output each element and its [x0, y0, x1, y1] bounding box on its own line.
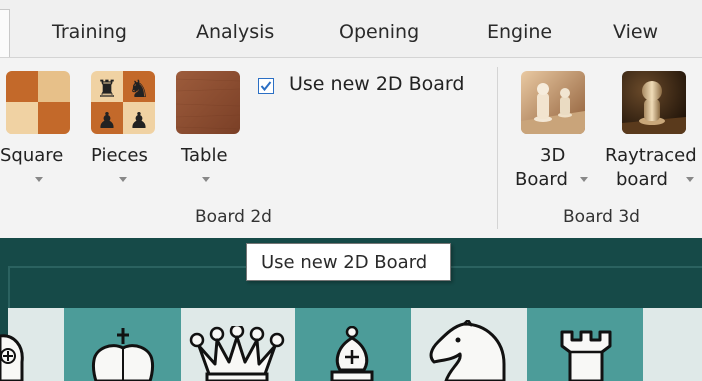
tab-opening[interactable]: Opening: [339, 21, 419, 43]
svg-text:♞: ♞: [128, 75, 150, 103]
tab-analysis[interactable]: Analysis: [196, 21, 274, 43]
table-thumbnail: [176, 71, 240, 134]
ribbon-tab-bar: Training Analysis Opening Engine View: [0, 0, 702, 59]
checkmark-icon: [260, 81, 272, 92]
pieces-icon: ♜ ♞ ♟ ♟: [91, 71, 155, 134]
3d-board-label-line1: 3D: [540, 145, 566, 166]
white-king-icon[interactable]: [76, 326, 170, 381]
tooltip: Use new 2D Board: [246, 243, 451, 281]
table-dropdown-caret: [202, 177, 210, 182]
raytraced-board-icon: [622, 71, 686, 134]
raytraced-dropdown-caret: [686, 177, 694, 182]
board-square[interactable]: [643, 308, 702, 381]
pieces-dropdown-caret: [119, 177, 127, 182]
3d-board-thumbnail: [521, 71, 585, 134]
white-king-partial-icon[interactable]: [0, 318, 30, 381]
svg-text:♜: ♜: [96, 75, 118, 103]
3d-board-label-line2: Board: [515, 169, 568, 190]
active-tab-edge[interactable]: [0, 9, 10, 59]
pieces-thumbnail: ♜ ♞ ♟ ♟: [91, 71, 155, 134]
tooltip-text: Use new 2D Board: [261, 252, 428, 273]
tab-view[interactable]: View: [613, 21, 658, 43]
pieces-label: Pieces: [91, 145, 148, 166]
board-3d-group-label: Board 3d: [563, 207, 640, 227]
raytraced-thumbnail: [622, 71, 686, 134]
square-dropdown-caret: [35, 177, 43, 182]
svg-text:♟: ♟: [97, 109, 117, 134]
3d-board-icon: [521, 71, 585, 134]
board-2d-group-label: Board 2d: [195, 207, 272, 227]
square-label: Square: [0, 145, 64, 166]
raytraced-label-line1: Raytraced: [605, 145, 697, 166]
white-knight-icon[interactable]: [424, 320, 514, 381]
white-rook-icon[interactable]: [556, 330, 616, 381]
square-icon: [6, 71, 70, 134]
wood-texture-icon: [176, 78, 240, 130]
tab-training[interactable]: Training: [52, 21, 127, 43]
3d-board-dropdown-caret: [580, 177, 588, 182]
white-bishop-icon[interactable]: [322, 326, 382, 381]
raytraced-label-line2: board: [616, 169, 668, 190]
group-separator: [497, 67, 498, 229]
ribbon-panel: Square ♜ ♞ ♟ ♟ Pieces Table Use new 2D B…: [0, 57, 702, 239]
svg-text:♟: ♟: [129, 109, 149, 134]
table-label: Table: [181, 145, 228, 166]
checkbox-box[interactable]: [258, 78, 274, 94]
checkbox-label: Use new 2D Board: [289, 73, 465, 95]
tab-engine[interactable]: Engine: [487, 21, 552, 43]
white-queen-icon[interactable]: [185, 326, 289, 381]
square-thumbnail: [6, 71, 70, 134]
